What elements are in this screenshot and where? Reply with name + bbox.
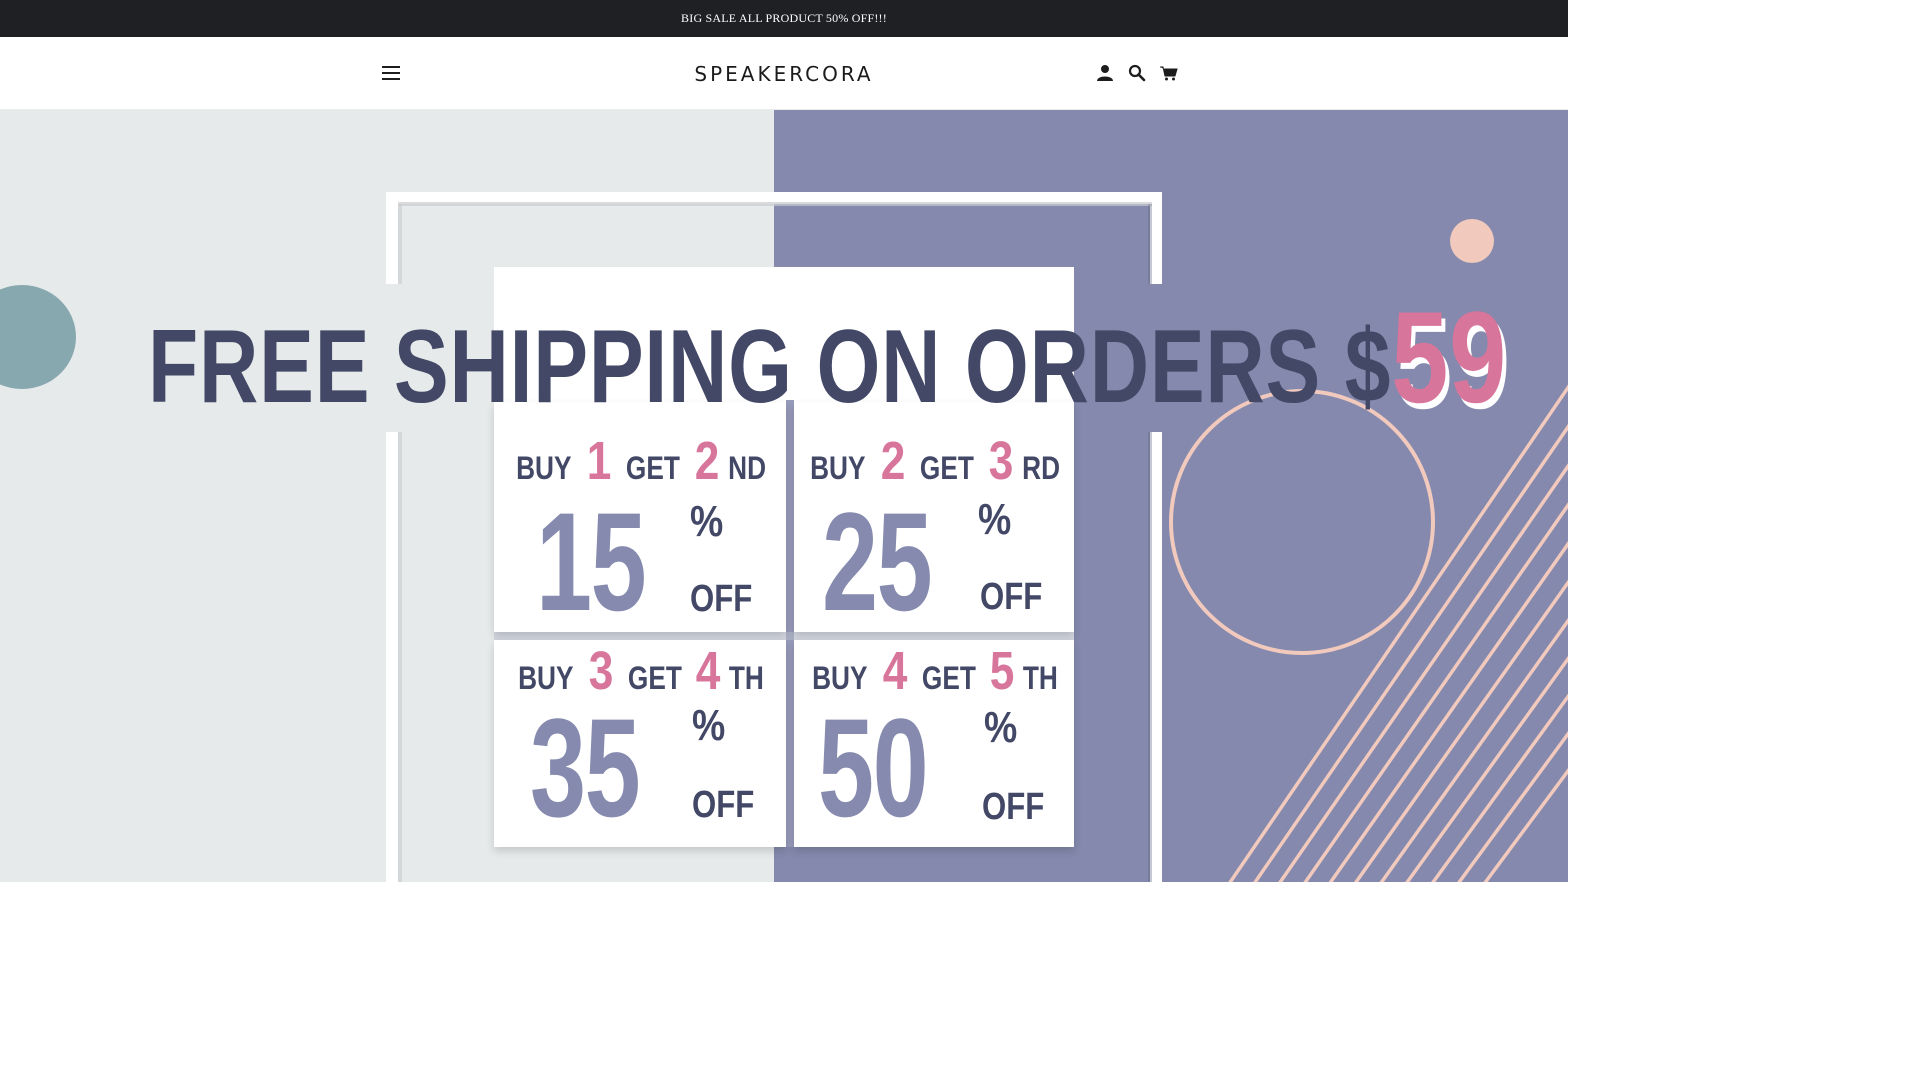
get-suffix: RD bbox=[1021, 450, 1060, 486]
get-number: 3 bbox=[988, 431, 1013, 491]
get-number: 5 bbox=[990, 641, 1015, 701]
percent-sign: % bbox=[978, 495, 1012, 544]
search-icon[interactable] bbox=[1128, 63, 1146, 83]
get-label: GET bbox=[625, 450, 680, 486]
offer-card-2: BUY 2 GET 3 RD 25 % OFF bbox=[794, 402, 1074, 632]
hero-banner[interactable]: BUY 1 GET 2 ND 15 % OFF BUY 2 GET 3 RD 2… bbox=[0, 110, 1568, 882]
site-header: SPEAKERCORA bbox=[0, 37, 1568, 110]
headline-text: FREE SHIPPING ON ORDERS $ bbox=[148, 309, 1392, 425]
hero-headline: FREE SHIPPING ON ORDERS $59 bbox=[148, 292, 1507, 422]
off-label: OFF bbox=[692, 784, 755, 826]
brand-logo-container: SPEAKERCORA bbox=[0, 37, 1568, 110]
get-label: GET bbox=[921, 660, 976, 696]
headline-amount: 59 bbox=[1391, 284, 1508, 430]
discount-percent: 15 bbox=[536, 483, 647, 640]
offer-card-3: BUY 3 GET 4 TH 35 % OFF bbox=[494, 640, 786, 847]
get-label: GET bbox=[919, 450, 974, 486]
get-number: 2 bbox=[694, 431, 719, 491]
percent-sign: % bbox=[984, 703, 1018, 752]
announcement-text: BIG SALE ALL PRODUCT 50% OFF!!! bbox=[681, 11, 887, 25]
brand-logo[interactable]: SPEAKERCORA bbox=[694, 62, 873, 86]
discount-percent: 35 bbox=[530, 689, 641, 846]
outline-circle-shape bbox=[1169, 389, 1435, 655]
percent-sign: % bbox=[692, 701, 726, 750]
discount-percent: 25 bbox=[822, 483, 933, 640]
off-label: OFF bbox=[690, 578, 753, 620]
buy-label: BUY bbox=[516, 450, 572, 486]
get-suffix: TH bbox=[729, 660, 765, 696]
discount-percent: 50 bbox=[818, 689, 929, 846]
menu-icon[interactable] bbox=[382, 65, 401, 81]
get-suffix: TH bbox=[1023, 660, 1059, 696]
get-number: 4 bbox=[696, 641, 721, 701]
peach-dot-shape bbox=[1450, 219, 1494, 263]
teal-blob-shape bbox=[0, 285, 76, 389]
get-suffix: ND bbox=[727, 450, 766, 486]
header-icons bbox=[1096, 63, 1178, 83]
account-icon[interactable] bbox=[1096, 63, 1114, 83]
buy-label: BUY bbox=[810, 450, 866, 486]
diagonal-stripes-shape bbox=[1228, 384, 1568, 882]
off-label: OFF bbox=[982, 786, 1045, 828]
percent-sign: % bbox=[690, 497, 724, 546]
announcement-bar: BIG SALE ALL PRODUCT 50% OFF!!! bbox=[0, 0, 1568, 37]
offer-card-4: BUY 4 GET 5 TH 50 % OFF bbox=[794, 640, 1074, 847]
off-label: OFF bbox=[980, 576, 1043, 618]
offer-card-1: BUY 1 GET 2 ND 15 % OFF bbox=[494, 402, 786, 632]
cart-icon[interactable] bbox=[1160, 63, 1178, 83]
